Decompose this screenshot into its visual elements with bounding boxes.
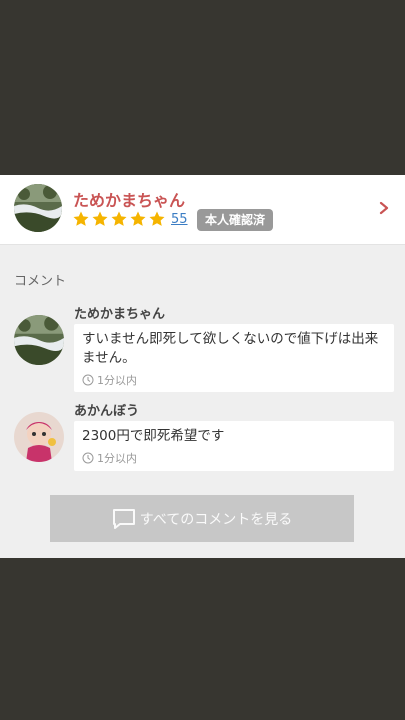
chevron-right-icon[interactable] — [377, 201, 391, 215]
commenter-name[interactable]: あかんぼう — [74, 400, 139, 419]
star-icon — [111, 211, 127, 226]
star-icon — [130, 211, 146, 226]
dark-backdrop-top — [0, 0, 405, 175]
star-icon — [73, 211, 89, 226]
comment-timestamp: 1分以内 — [82, 372, 386, 388]
comment-section-label: コメント — [14, 274, 67, 289]
clock-icon — [82, 374, 94, 386]
comment-text: すいません即死して欲しくないので値下げは出来ません。 — [82, 331, 379, 366]
comment-text: 2300円で即死希望です — [82, 428, 225, 444]
commenter-name[interactable]: ためかまちゃん — [74, 303, 165, 322]
rating-count-link[interactable]: 55 — [171, 212, 188, 227]
view-all-comments-label: すべてのコメントを見る — [139, 511, 293, 528]
clock-icon — [82, 452, 94, 464]
commenter-avatar[interactable] — [14, 315, 64, 365]
seller-avatar[interactable] — [14, 184, 62, 232]
commenter-avatar[interactable] — [14, 412, 64, 462]
comment-timestamp: 1分以内 — [82, 450, 386, 466]
comment-bubble: 2300円で即死希望です 1分以内 — [74, 421, 394, 471]
verified-badge: 本人確認済 — [197, 209, 273, 231]
seller-name[interactable]: ためかまちゃん — [73, 187, 185, 211]
comment-time-text: 1分以内 — [97, 452, 137, 465]
dark-backdrop-bottom — [0, 558, 405, 720]
comment-time-text: 1分以内 — [97, 374, 137, 387]
seller-card[interactable]: ためかまちゃん 55 本人確認済 — [0, 175, 405, 245]
star-icon — [149, 211, 165, 226]
view-all-comments-button[interactable]: すべてのコメントを見る — [50, 495, 354, 542]
comment-section: コメント ためかまちゃん すいません即死して欲しくないので値下げは出来ません。 … — [0, 245, 405, 558]
comment-bubble-icon — [112, 508, 135, 529]
rating-stars — [72, 210, 166, 230]
star-icon — [92, 211, 108, 226]
comment-bubble: すいません即死して欲しくないので値下げは出来ません。 1分以内 — [74, 324, 394, 392]
